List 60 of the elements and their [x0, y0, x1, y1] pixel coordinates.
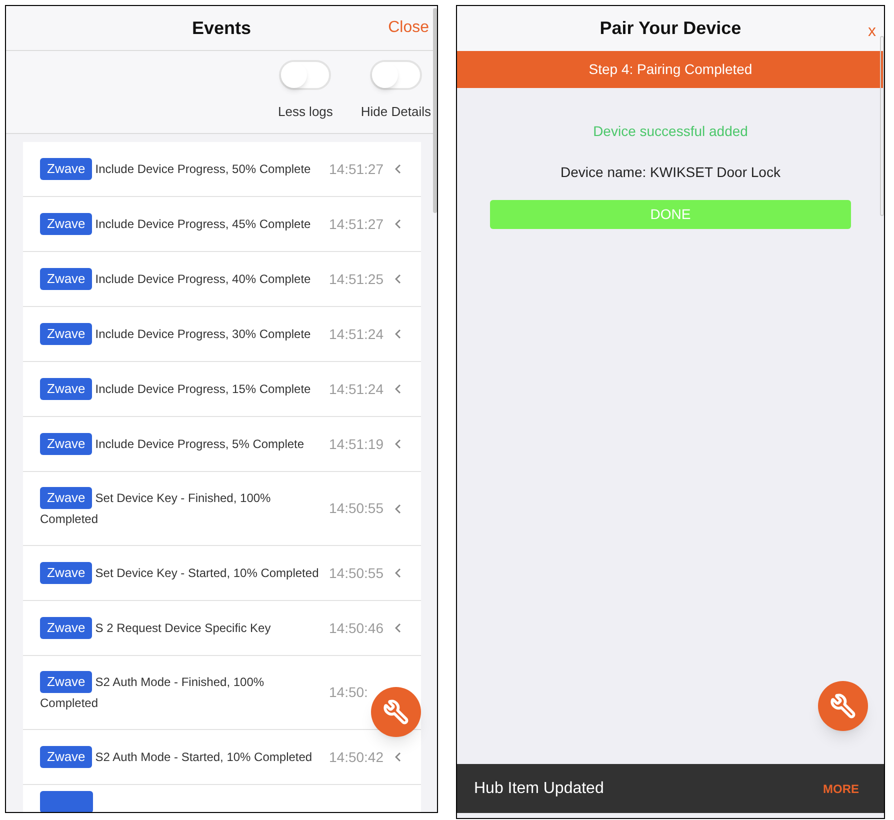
- event-row[interactable]: Zwave Include Device Progress, 15% Complete 14:51:24: [23, 362, 421, 417]
- event-message: S 2 Request Device Specific Key: [95, 620, 271, 636]
- event-time: 14:50:: [329, 683, 369, 702]
- zwave-tag: Zwave: [40, 487, 92, 509]
- event-message: Set Device Key - Started, 10% Completed: [95, 564, 319, 582]
- event-row[interactable]: Zwave Set Device Key - Finished, 100% Completed 14:50:55: [23, 472, 421, 546]
- event-row[interactable]: Zwave Include Device Progress, 50% Complete 14:51:27: [23, 142, 421, 197]
- event-message: Include Device Progress, 5% Complete: [95, 436, 304, 452]
- event-time: 14:51:27: [329, 160, 384, 178]
- event-row[interactable]: Zwave Set Device Key - Started, 10% Completed 14:50:55: [23, 546, 421, 601]
- event-time: 14:51:19: [329, 434, 384, 454]
- event-time: 14:51:27: [329, 214, 384, 234]
- event-message: Set Device Key - Finished, 100%: [95, 490, 271, 506]
- event-time: 14:51:25: [329, 270, 384, 288]
- panel-title: Events: [192, 16, 252, 40]
- zwave-tag: Zwave: [40, 378, 92, 400]
- event-row[interactable]: Zwave S 2 Request Device Specific Key 14:50:46: [23, 601, 421, 656]
- zwave-tag: Zwave: [40, 213, 92, 235]
- zwave-tag: Zwave: [40, 746, 92, 768]
- toggle-switch[interactable]: [370, 60, 422, 90]
- zwave-tag: Zwave: [40, 158, 92, 180]
- more-button[interactable]: MORE: [823, 780, 859, 798]
- device-name: Device name: KWIKSET Door Lock: [560, 163, 780, 182]
- toggle-label: Hide Details: [360, 103, 431, 121]
- event-time: 14:50:55: [329, 499, 384, 518]
- event-message: Completed: [40, 695, 98, 712]
- event-row[interactable]: Zwave S2 Auth Mode - Started, 10% Completed 14:50:42: [23, 730, 421, 785]
- toggle-label: Less logs: [278, 103, 333, 121]
- event-message: Completed: [40, 511, 98, 528]
- event-message: Include Device Progress, 15% Complete: [95, 380, 311, 398]
- wrench-icon: [383, 699, 409, 725]
- event-message: Include Device Progress, 45% Complete: [95, 216, 311, 232]
- event-message: S2 Auth Mode - Finished, 100%: [95, 674, 264, 690]
- event-row[interactable]: Zwave S2 Auth Mode - Finished, 100% Completed 14:50:: [23, 656, 421, 730]
- event-row[interactable]: Zwave Include Device Progress, 30% Complete 14:51:24: [23, 307, 421, 362]
- event-time: 14:51:24: [329, 380, 384, 398]
- event-row[interactable]: Zwave Include Device Progress, 45% Complete 14:51:27: [23, 197, 421, 252]
- zwave-tag: Zwave: [40, 323, 92, 345]
- event-message: Include Device Progress, 40% Complete: [95, 270, 311, 288]
- zwave-tag: Zwave: [40, 268, 92, 290]
- event-time: 14:50:46: [329, 618, 384, 638]
- event-message: S2 Auth Mode - Started, 10% Completed: [95, 748, 312, 766]
- event-message: Include Device Progress, 50% Complete: [95, 160, 311, 178]
- wrench-icon: [830, 693, 856, 719]
- zwave-tag: Zwave: [40, 433, 92, 455]
- event-message: Include Device Progress, 30% Complete: [95, 326, 311, 342]
- event-row[interactable]: Zwave Include Device Progress, 40% Complete 14:51:25: [23, 252, 421, 307]
- event-time: 14:50:55: [329, 564, 384, 582]
- toggle-switch[interactable]: [279, 60, 332, 90]
- snackbar-message: Hub Item Updated: [474, 778, 604, 798]
- zwave-tag: Zwave: [40, 671, 92, 693]
- zwave-tag: Zwave: [40, 617, 92, 639]
- success-message: Device successful added: [593, 122, 748, 141]
- step-text: Step 4: Pairing Completed: [588, 60, 752, 79]
- panel-title: Pair Your Device: [600, 17, 742, 40]
- zwave-tag: Zwave: [40, 562, 92, 584]
- event-time: 14:50:42: [329, 748, 384, 766]
- wrench-button[interactable]: [818, 681, 868, 731]
- event-time: 14:51:24: [329, 324, 384, 344]
- event-row[interactable]: Zwave Include Device Progress, 5% Complete 14:51:19: [23, 417, 421, 472]
